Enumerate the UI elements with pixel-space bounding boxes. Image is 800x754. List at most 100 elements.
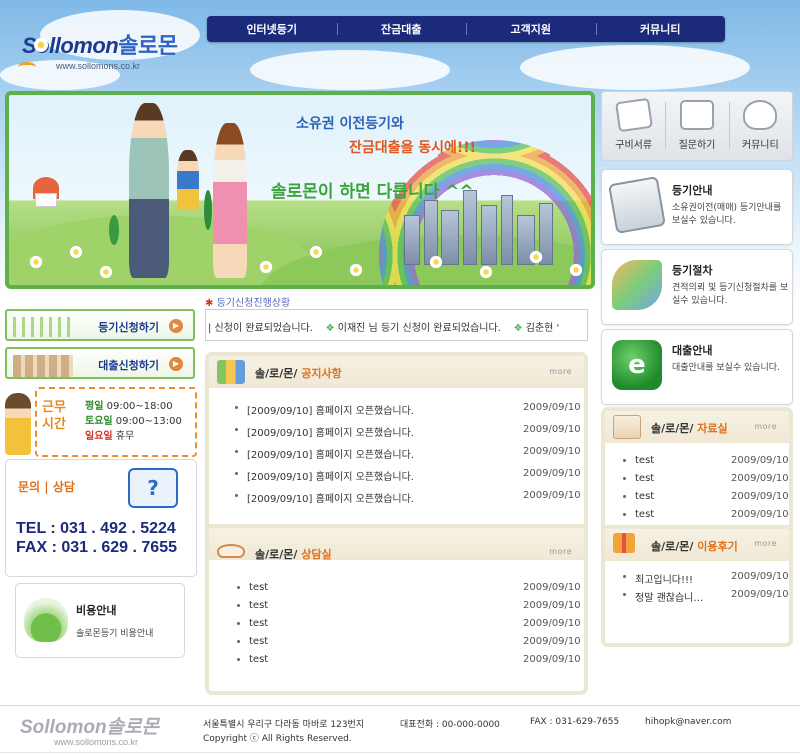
books-icon — [217, 360, 245, 384]
footer-address: 서울특별시 우리구 다라동 마바로 123번지 — [203, 720, 365, 730]
quick-question-label: 질문하기 — [678, 140, 716, 151]
apply-loan-button[interactable]: 대출신청하기 ▶ — [5, 347, 195, 379]
notice-list: [2009/09/10] 홈페이지 오픈했습니다. 2009/09/10 [200… — [209, 400, 584, 510]
footer-phone: 대표전화 : 00-000-0000 — [400, 720, 500, 730]
diamond-icon: ❖ — [513, 323, 523, 334]
contact-title: 문의 | 상담 — [18, 480, 75, 494]
question-phone-icon: ? — [128, 468, 178, 508]
hours-row-weekday: 평일 09:00~18:00 — [85, 401, 173, 412]
globe-buildings-icon — [24, 598, 68, 642]
ticker-item: 이재진 님 등기 신청이 완료되었습니다. — [337, 323, 501, 334]
reviews-title: 솔/로/몬/ 이용후기 — [651, 540, 738, 553]
working-hours-tag: 근무 시간 — [42, 400, 66, 432]
quick-community-label: 커뮤니티 — [741, 140, 779, 151]
hands-sprout-icon — [743, 100, 778, 130]
archive-more-link[interactable]: more — [754, 422, 777, 431]
main-banner[interactable]: 소유권 이전등기와 잔금대출을 동시에!!! 솔로몬이 하면 다릅니다 ^^ — [5, 91, 595, 289]
question-speaker-icon — [679, 100, 714, 130]
list-item[interactable]: test 2009/09/10 — [605, 507, 789, 525]
quick-question[interactable]: 질문하기 — [665, 92, 728, 160]
right-board-panel: 솔/로/몬/ 자료실 more test 2009/09/10 test 2009/… — [601, 407, 793, 647]
nav-customer-support[interactable]: 고객지원 — [466, 21, 596, 37]
nav-community[interactable]: 커뮤니티 — [595, 21, 726, 37]
nav-balance-loan[interactable]: 잔금대출 — [336, 21, 467, 37]
working-hours: 근무 시간 평일 09:00~18:00 토요일 09:00~13:00 일요일… — [5, 387, 197, 457]
footer-fax: FAX : 031-629-7655 — [530, 717, 620, 727]
father-illustration — [129, 103, 169, 278]
list-item[interactable]: test 2009/09/10 — [605, 471, 789, 489]
hours-row-sunday: 일요일 휴무 — [85, 431, 135, 442]
daisy-icon — [34, 38, 48, 52]
contact-box: 문의 | 상담 ? TEL : 031 . 492 . 5224 FAX : 0… — [5, 459, 197, 577]
footer-logo[interactable]: Sollomon솔로몬 — [20, 712, 159, 739]
banner-line-2: 잔금대출을 동시에!!! — [349, 140, 477, 156]
open-book-icon — [217, 538, 245, 562]
contact-fax: FAX : 031 . 629 . 7655 — [16, 539, 177, 556]
procedure-icon — [612, 260, 662, 310]
apply-registration-label: 등기신청하기 — [98, 321, 159, 334]
list-item[interactable]: [2009/09/10] 홈페이지 오픈했습니다. 2009/09/10 — [209, 488, 584, 510]
list-item[interactable]: test 2009/09/10 — [209, 652, 584, 670]
ticker-item: | 신청이 완료되었습니다. — [208, 323, 313, 334]
ticker-label: ✱ 등기신청진행상황 — [205, 298, 291, 309]
list-item[interactable]: [2009/09/10] 홈페이지 오픈했습니다. 2009/09/10 — [209, 422, 584, 444]
info-loan-guide[interactable]: e 대출안내 대출안내를 보실수 있습니다. — [601, 329, 793, 405]
info-registration-guide[interactable]: 등기안내 소유권이전(매매) 등기안내를 보실수 있습니다. — [601, 169, 793, 245]
info-registration-guide-title: 등기안내 — [672, 184, 713, 197]
archive-list: test 2009/09/10 test 2009/09/10 test 2009/0… — [605, 453, 789, 525]
logo-korean: 솔로몬 — [118, 33, 178, 58]
list-item[interactable]: 최고입니다!!! 2009/09/10 — [605, 569, 789, 587]
reviews-more-link[interactable]: more — [754, 539, 777, 548]
cost-guide-box[interactable]: 비용안내 솔로몬등기 비용안내 — [15, 583, 185, 658]
footer-email[interactable]: hihopk@naver.com — [645, 717, 731, 727]
footer-copyright: Copyright ⓒ All Rights Reserved. — [203, 734, 352, 744]
info-registration-procedure-title: 등기절차 — [672, 264, 713, 277]
reviews-list: 최고입니다!!! 2009/09/10 정말 괜찮습니… 2009/09/10 — [605, 569, 789, 605]
footer-url: www.sollomons.co.kr — [54, 737, 139, 747]
apply-registration-button[interactable]: 등기신청하기 ▶ — [5, 309, 195, 341]
list-item[interactable]: [2009/09/10] 홈페이지 오픈했습니다. 2009/09/10 — [209, 466, 584, 488]
quick-community[interactable]: 커뮤니티 — [728, 92, 792, 160]
chevron-right-icon: ▶ — [169, 319, 183, 333]
banner-line-1: 소유권 이전등기와 — [296, 116, 404, 132]
list-item[interactable]: 정말 괜찮습니… 2009/09/10 — [605, 587, 789, 605]
info-loan-guide-title: 대출안내 — [672, 344, 713, 357]
list-item[interactable]: [2009/09/10] 홈페이지 오픈했습니다. 2009/09/10 — [209, 400, 584, 422]
swoosh-icon — [18, 62, 36, 72]
computer-icon — [608, 176, 666, 234]
cost-guide-title: 비용안내 — [76, 604, 117, 617]
info-registration-procedure-desc: 견적의뢰 및 등기신청절차를 보실수 있습니다. — [672, 283, 789, 306]
diamond-icon: ❖ — [325, 323, 335, 334]
list-item[interactable]: test 2009/09/10 — [605, 489, 789, 507]
asterisk-icon: ✱ — [205, 298, 214, 309]
gift-icon — [613, 533, 641, 557]
info-registration-procedure[interactable]: 등기절차 견적의뢰 및 등기신청절차를 보실수 있습니다. — [601, 249, 793, 325]
buildings-icon — [13, 355, 73, 377]
quick-documents[interactable]: 구비서류 — [602, 92, 665, 160]
list-item[interactable]: test 2009/09/10 — [209, 616, 584, 634]
consult-more-link[interactable]: more — [549, 547, 572, 556]
chevron-right-icon: ▶ — [169, 357, 183, 371]
banner-line-3: 솔로몬이 하면 다릅니다 ^^ — [271, 182, 474, 202]
quick-icon-strip: 구비서류 질문하기 커뮤니티 — [601, 91, 793, 161]
list-item[interactable]: test 2009/09/10 — [209, 580, 584, 598]
quick-documents-label: 구비서류 — [615, 140, 653, 151]
notice-title: 솔/로/몬/ 공지사항 — [255, 367, 342, 380]
info-loan-guide-desc: 대출안내를 보실수 있습니다. — [672, 363, 780, 373]
hours-row-saturday: 토요일 09:00~13:00 — [85, 416, 182, 427]
notice-more-link[interactable]: more — [549, 367, 572, 376]
top-navigation: 인터넷등기 잔금대출 고객지원 커뮤니티 — [207, 16, 725, 42]
info-registration-guide-desc: 소유권이전(매매) 등기안내를 보실수 있습니다. — [672, 203, 782, 226]
sprouts-icon — [13, 317, 73, 337]
list-item[interactable]: [2009/09/10] 홈페이지 오픈했습니다. 2009/09/10 — [209, 444, 584, 466]
consult-list: test 2009/09/10 test 2009/09/10 test 2009/0… — [209, 580, 584, 670]
cost-guide-desc: 솔로몬등기 비용안내 — [76, 629, 154, 639]
center-board-panel: 솔/로/몬/ 공지사항 more [2009/09/10] 홈페이지 오픈했습니… — [205, 352, 588, 695]
site-logo[interactable]: Sollomon솔로몬 www.sollomons.co.kr — [12, 28, 192, 72]
list-item[interactable]: test 2009/09/10 — [209, 634, 584, 652]
registration-status-ticker: | 신청이 완료되었습니다. ❖ 이재진 님 등기 신청이 완료되었습니다. ❖… — [205, 309, 588, 341]
list-item[interactable]: test 2009/09/10 — [209, 598, 584, 616]
consultant-illustration — [5, 393, 31, 455]
nav-internet-registration[interactable]: 인터넷등기 — [207, 21, 337, 37]
list-item[interactable]: test 2009/09/10 — [605, 453, 789, 471]
